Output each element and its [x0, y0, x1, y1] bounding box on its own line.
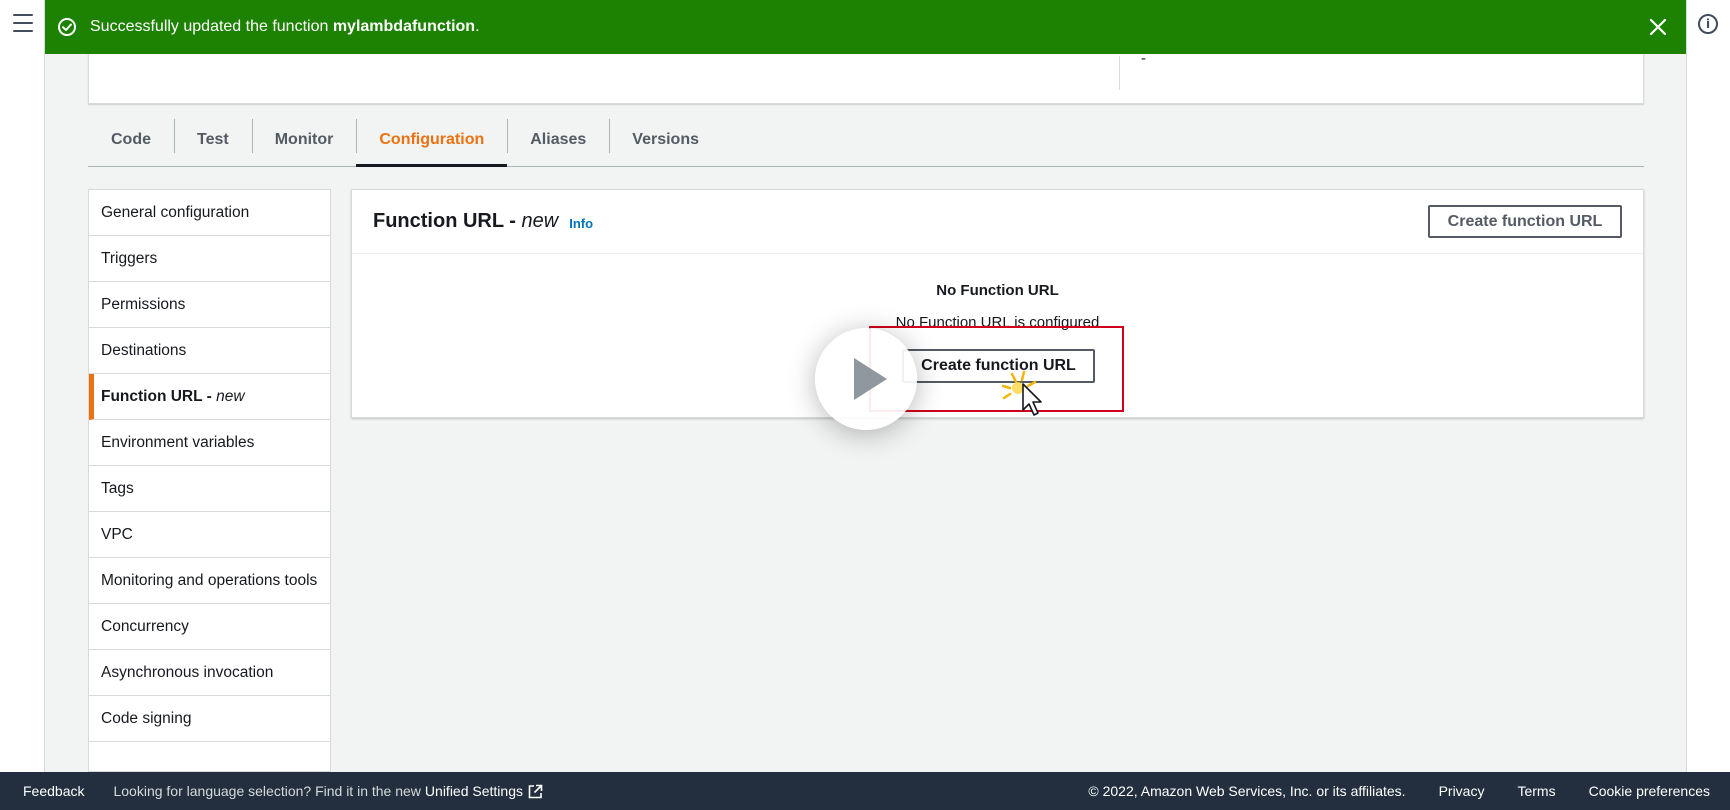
flash-function-name: mylambdafunction — [332, 18, 476, 35]
sidebar-item-tags[interactable]: Tags — [89, 466, 330, 512]
sidebar-item-triggers[interactable]: Triggers — [89, 236, 330, 282]
footer: Feedback Looking for language selection?… — [0, 772, 1730, 810]
copyright: © 2022, Amazon Web Services, Inc. or its… — [1088, 783, 1406, 799]
create-function-url-header-button[interactable]: Create function URL — [1428, 205, 1622, 238]
close-icon[interactable] — [1646, 15, 1670, 39]
tab-test[interactable]: Test — [174, 114, 252, 166]
language-prompt: Looking for language selection? Find it … — [113, 783, 421, 799]
sidebar-item-concurrency[interactable]: Concurrency — [89, 604, 330, 650]
panel-header: Function URL - new Info Create function … — [352, 190, 1643, 254]
sidebar-item-vpc[interactable]: VPC — [89, 512, 330, 558]
terms-link[interactable]: Terms — [1517, 783, 1555, 799]
sidebar-item-environment-variables[interactable]: Environment variables — [89, 420, 330, 466]
feedback-link[interactable]: Feedback — [23, 783, 84, 799]
privacy-link[interactable]: Privacy — [1439, 783, 1485, 799]
left-rail — [0, 0, 45, 772]
sidebar-item-label: Function URL - — [101, 388, 217, 405]
cookie-preferences-link[interactable]: Cookie preferences — [1589, 783, 1710, 799]
new-tag: new — [216, 388, 245, 405]
sidebar-item-destinations[interactable]: Destinations — [89, 328, 330, 374]
panel-title-new: new — [521, 210, 559, 232]
play-triangle — [853, 358, 887, 400]
info-circle-icon[interactable]: i — [1698, 14, 1718, 34]
sidebar-item-general-configuration[interactable]: General configuration — [89, 190, 330, 236]
sidebar-item-function-url[interactable]: Function URL - new — [89, 374, 330, 420]
sidebar-item-code-signing[interactable]: Code signing — [89, 696, 330, 742]
empty-state-title: No Function URL — [936, 282, 1059, 299]
sidebar-item-monitoring-and-operations-tools[interactable]: Monitoring and operations tools — [89, 558, 330, 604]
configuration-sidenav: General configuration Triggers Permissio… — [88, 189, 331, 772]
tab-aliases[interactable]: Aliases — [507, 114, 609, 166]
flash-message: Successfully updated the function mylamb… — [90, 18, 480, 35]
cursor-icon — [1002, 370, 1042, 416]
tab-monitor[interactable]: Monitor — [251, 114, 357, 166]
function-tabs: Code Test Monitor Configuration Aliases … — [88, 114, 1644, 167]
panel-title: Function URL - new — [373, 210, 559, 232]
info-link[interactable]: Info — [569, 216, 593, 231]
tab-code[interactable]: Code — [88, 114, 174, 166]
tab-configuration[interactable]: Configuration — [356, 114, 508, 167]
sidebar-item-permissions[interactable]: Permissions — [89, 282, 330, 328]
overview-divider — [1119, 56, 1120, 90]
menu-icon[interactable] — [13, 14, 33, 32]
tab-versions[interactable]: Versions — [609, 114, 722, 166]
check-circle-icon — [58, 18, 76, 36]
play-icon[interactable] — [815, 328, 917, 430]
footer-right: © 2022, Amazon Web Services, Inc. or its… — [1088, 783, 1730, 799]
unified-settings-link[interactable]: Unified Settings — [425, 783, 543, 799]
right-rail: i — [1686, 0, 1730, 772]
sidebar-item-asynchronous-invocation[interactable]: Asynchronous invocation — [89, 650, 330, 696]
external-link-icon — [528, 784, 543, 798]
success-flash: Successfully updated the function mylamb… — [45, 0, 1686, 54]
